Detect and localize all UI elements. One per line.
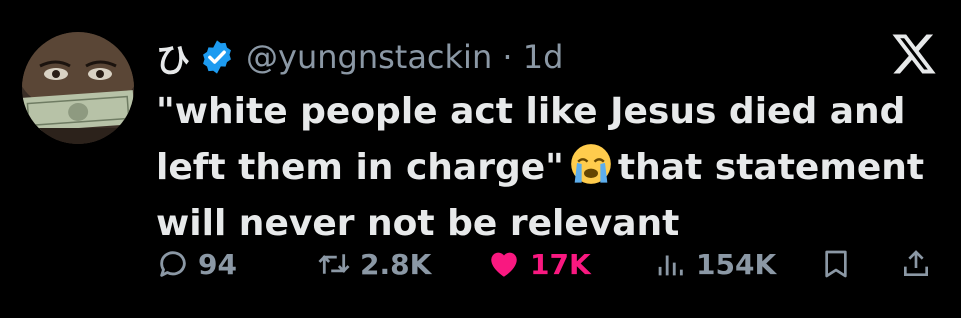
share-button[interactable]	[900, 240, 940, 288]
tweet-header: ひ @yungnstackin · 1d	[156, 33, 563, 82]
handle-and-time[interactable]: @yungnstackin · 1d	[246, 38, 563, 76]
x-logo-icon[interactable]	[890, 30, 938, 78]
display-name[interactable]: ひ	[156, 33, 190, 82]
bookmark-button[interactable]	[820, 240, 860, 288]
like-count: 17K	[530, 247, 591, 281]
tweet-line-2: left them in charge" that statement	[156, 140, 936, 196]
heart-icon	[491, 252, 517, 277]
repost-button[interactable]: 2.8K	[316, 240, 431, 288]
reply-icon	[160, 251, 186, 277]
reply-button[interactable]: 94	[156, 240, 237, 288]
repost-icon	[318, 254, 350, 274]
tweet-line-2-a: left them in charge"	[156, 147, 564, 188]
views-button[interactable]: 154K	[652, 240, 776, 288]
like-button[interactable]: 17K	[486, 240, 591, 288]
share-icon	[904, 250, 928, 276]
repost-count: 2.8K	[360, 247, 432, 281]
avatar-image	[22, 32, 134, 144]
tweet-line-2-b: that statement	[617, 147, 925, 188]
verified-badge-icon	[203, 40, 231, 74]
views-count: 154K	[696, 247, 777, 281]
avatar[interactable]	[22, 32, 134, 144]
views-icon	[658, 255, 683, 276]
loudly-crying-face-icon	[571, 144, 611, 184]
bookmark-icon	[825, 250, 847, 278]
tweet-line-1: "white people act like Jesus died and	[156, 91, 906, 132]
tweet-text: "white people act like Jesus died and le…	[156, 84, 936, 252]
reply-count: 94	[198, 247, 237, 281]
action-bar: 94 2.8K 17K 154K	[156, 240, 946, 288]
